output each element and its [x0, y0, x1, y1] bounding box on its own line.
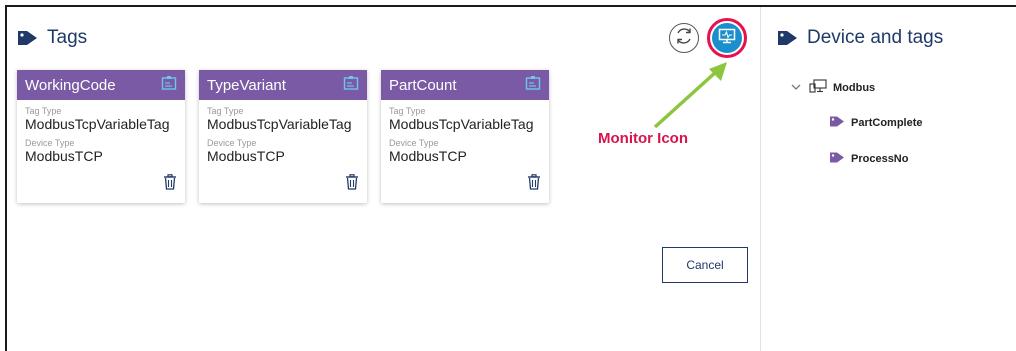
tags-panel: Tags WorkingCode Tag Type ModbusTcpVaria…	[7, 7, 760, 351]
tag-type-value: ModbusTcpVariableTag	[389, 116, 534, 132]
device-tags-header: Device and tags	[777, 27, 943, 49]
annotation-arrow	[653, 62, 727, 129]
tag-card-name: PartCount	[389, 76, 457, 94]
page-title: Tags	[47, 27, 88, 48]
trash-icon[interactable]	[527, 174, 541, 195]
tree-tag-label: PartComplete	[851, 117, 923, 129]
monitor-icon	[718, 28, 736, 49]
tag-card-body: Tag Type ModbusTcpVariableTag Device Typ…	[199, 100, 367, 176]
tag-type-value: ModbusTcpVariableTag	[25, 116, 170, 132]
tree-node-device[interactable]: Modbus	[791, 79, 875, 96]
tag-card[interactable]: PartCount Tag Type ModbusTcpVariableTag …	[381, 70, 549, 203]
refresh-button[interactable]	[669, 23, 699, 53]
tree-tag-item[interactable]: ProcessNo	[829, 151, 908, 167]
refresh-icon	[674, 26, 694, 51]
tag-card[interactable]: WorkingCode Tag Type ModbusTcpVariableTa…	[17, 70, 185, 203]
tag-card-name: TypeVariant	[207, 76, 286, 94]
device-type-label: Device Type	[389, 138, 439, 148]
tag-type-label: Tag Type	[207, 106, 244, 116]
device-type-value: ModbusTCP	[207, 148, 285, 164]
tag-card[interactable]: TypeVariant Tag Type ModbusTcpVariableTa…	[199, 70, 367, 203]
trash-icon[interactable]	[345, 174, 359, 195]
monitor-button[interactable]	[712, 23, 742, 53]
tag-card-name: WorkingCode	[25, 76, 116, 94]
edit-icon[interactable]	[343, 75, 359, 96]
tree-tag-item[interactable]: PartComplete	[829, 115, 923, 131]
tag-icon	[777, 29, 799, 47]
device-type-label: Device Type	[25, 138, 75, 148]
edit-icon[interactable]	[161, 75, 177, 96]
edit-icon[interactable]	[525, 75, 541, 96]
tag-type-value: ModbusTcpVariableTag	[207, 116, 352, 132]
tag-icon	[17, 29, 39, 47]
tag-card-body: Tag Type ModbusTcpVariableTag Device Typ…	[381, 100, 549, 176]
tag-card-header: TypeVariant	[199, 70, 367, 100]
monitor-icon-annotation: Monitor Icon	[598, 130, 688, 147]
tag-card-header: PartCount	[381, 70, 549, 100]
device-type-value: ModbusTCP	[25, 148, 103, 164]
chevron-down-icon[interactable]	[791, 82, 801, 94]
tag-card-header: WorkingCode	[17, 70, 185, 100]
app-frame: Tags WorkingCode Tag Type ModbusTcpVaria…	[5, 5, 1016, 351]
tags-header: Tags	[17, 27, 87, 49]
device-type-value: ModbusTCP	[389, 148, 467, 164]
device-tags-panel: Device and tags Modbus PartComplete Proc…	[760, 7, 1016, 351]
monitor-button-highlight	[707, 18, 747, 58]
tag-card-body: Tag Type ModbusTcpVariableTag Device Typ…	[17, 100, 185, 176]
device-tags-title: Device and tags	[807, 27, 944, 48]
trash-icon[interactable]	[163, 174, 177, 195]
tag-type-label: Tag Type	[389, 106, 426, 116]
tree-tag-label: ProcessNo	[851, 153, 909, 165]
tag-type-label: Tag Type	[25, 106, 62, 116]
device-name: Modbus	[833, 81, 876, 94]
cancel-button[interactable]: Cancel	[662, 247, 748, 283]
tag-icon	[829, 115, 845, 131]
device-type-label: Device Type	[207, 138, 257, 148]
tag-icon	[829, 151, 845, 167]
device-icon	[809, 79, 827, 96]
